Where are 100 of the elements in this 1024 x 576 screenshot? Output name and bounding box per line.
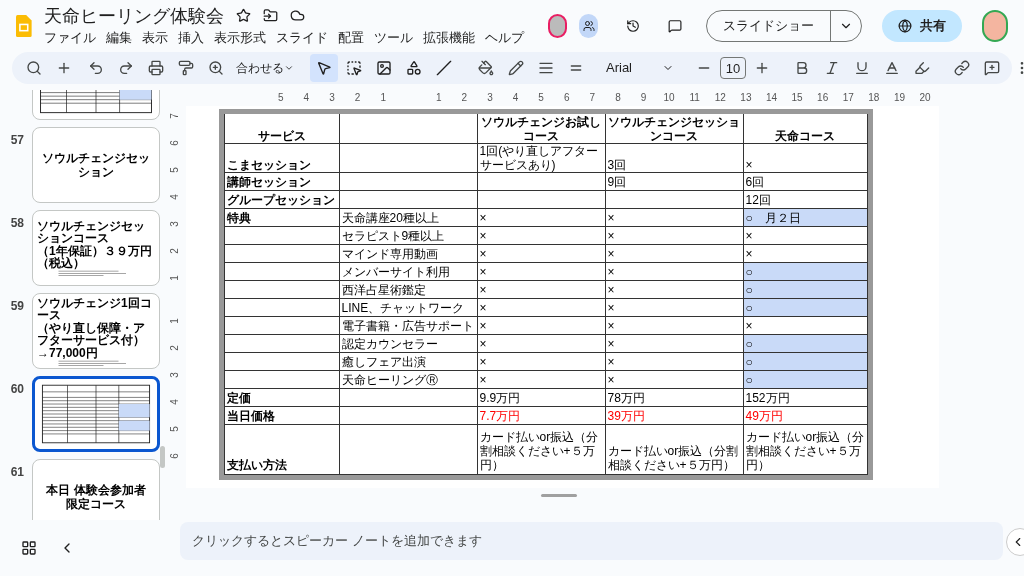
slide-number: 59 <box>10 299 24 313</box>
pointer-tool[interactable] <box>310 54 338 82</box>
text-color-icon[interactable] <box>884 60 900 76</box>
pointer-icon <box>316 60 332 76</box>
comment-icon[interactable] <box>668 17 683 35</box>
table-cell: 9回 <box>605 173 744 190</box>
slide-thumbnail[interactable]: 本日 体験会参加者 限定コース <box>32 459 160 520</box>
highlighter-icon[interactable] <box>914 60 930 76</box>
history-icon[interactable] <box>626 17 641 35</box>
table-cell: × <box>743 245 868 262</box>
table-cell: × <box>477 245 606 262</box>
slide-title: 本日 体験会参加者 <box>46 483 146 497</box>
slide-text: ソウルチェンジセッションコース <box>37 220 146 244</box>
table-cell: 152万円 <box>743 389 868 406</box>
italic-icon[interactable] <box>824 60 840 76</box>
collaborator-avatar[interactable] <box>547 14 568 38</box>
caret-icon <box>284 63 294 73</box>
table-cell: セラピスト9種以上 <box>339 227 478 244</box>
table-cell: LINE、チャットワーク <box>339 299 478 316</box>
search-icon[interactable] <box>26 60 42 76</box>
document-title[interactable]: 天命ヒーリング体験会 <box>43 4 224 27</box>
table-cell: 3回 <box>605 144 744 172</box>
table-cell: 講師セッション <box>223 173 340 190</box>
table-cell: × <box>477 299 606 316</box>
column-header: 天命コース <box>743 114 868 143</box>
table-cell: × <box>477 281 606 298</box>
menu-item[interactable]: 挿入 <box>177 27 204 48</box>
fill-color-icon[interactable] <box>478 60 494 76</box>
slide-title: ソウルチェンジセッション <box>41 151 151 179</box>
table-cell: × <box>743 317 868 334</box>
menu-item[interactable]: 配置 <box>337 27 364 48</box>
increase-icon[interactable] <box>754 60 770 76</box>
slide-text: →77,000円 <box>37 346 98 359</box>
table-cell: 認定カウンセラー <box>339 335 478 352</box>
print-icon[interactable] <box>148 60 164 76</box>
table-cell: × <box>477 209 606 226</box>
menu-item[interactable]: 表示形式 <box>213 27 266 48</box>
menu-item[interactable]: 編集 <box>105 27 132 48</box>
profile-avatar[interactable] <box>982 10 1008 42</box>
border-color-icon[interactable] <box>508 60 524 76</box>
table-cell: ○ <box>743 263 868 280</box>
table-cell: 7.7万円 <box>477 407 606 424</box>
table-cell: 定価 <box>223 389 340 406</box>
folder-icon[interactable] <box>262 8 278 24</box>
table-cell: ○ 月２日 <box>743 209 868 226</box>
table-cell: × <box>743 144 868 172</box>
paint-roller-icon[interactable] <box>178 60 194 76</box>
column-header: サービス <box>223 114 340 143</box>
table-cell: × <box>743 227 868 244</box>
font-size-field[interactable]: 10 <box>720 57 746 79</box>
slide-text: （1年保証）３９万円（税込） <box>37 245 153 269</box>
slide-number: 58 <box>10 216 24 230</box>
image-icon <box>376 60 392 76</box>
table-cell: × <box>477 263 606 280</box>
share-button[interactable]: 共有 <box>882 10 963 42</box>
slide-thumbnail[interactable] <box>32 376 160 452</box>
grid-view-icon[interactable] <box>21 540 37 556</box>
menu-item[interactable]: ツール <box>373 27 413 48</box>
menu-item[interactable]: ヘルプ <box>484 27 524 48</box>
slide-thumbnail[interactable]: ソウルチェンジセッションコース （1年保証）３９万円（税込） <box>32 210 160 286</box>
scrollbar[interactable] <box>160 446 165 468</box>
slide-title: 限定コース <box>66 497 126 511</box>
table-cell: 39万円 <box>605 407 744 424</box>
undo-icon[interactable] <box>88 60 104 76</box>
collaborator-avatar[interactable] <box>579 14 598 38</box>
redo-icon[interactable] <box>118 60 134 76</box>
menu-item[interactable]: ファイル <box>43 27 96 48</box>
table-cell: × <box>605 299 744 316</box>
slide-thumbnail[interactable]: ソウルチェンジセッション <box>32 127 160 203</box>
resize-handle[interactable] <box>540 494 577 497</box>
zoom-icon[interactable] <box>208 60 224 76</box>
slide-text: ソウルチェンジ1回コース <box>37 296 153 321</box>
slide-thumbnail[interactable]: ソウルチェンジ1回コース （やり直し保障・アフターサービス付） →77,000円 <box>32 293 160 369</box>
table-cell: 支払い方法 <box>223 425 340 474</box>
link-icon[interactable] <box>954 60 970 76</box>
underline-icon[interactable] <box>854 60 870 76</box>
table-cell: × <box>605 317 744 334</box>
menu-item[interactable]: スライド <box>275 27 328 48</box>
bold-icon[interactable] <box>794 60 810 76</box>
menu-item[interactable]: 表示 <box>141 27 168 48</box>
table-cell: 特典 <box>223 209 340 226</box>
border-weight-icon[interactable] <box>538 60 554 76</box>
slide-number: 60 <box>10 382 24 396</box>
table-cell: ○ <box>743 299 868 316</box>
speaker-notes-field[interactable]: クリックするとスピーカー ノートを追加できます <box>180 522 1003 560</box>
vertical-ruler: 7 6 5 4 3 2 1 1 2 3 4 5 6 <box>168 112 181 461</box>
slide-number: 61 <box>10 465 24 479</box>
zoom-dropdown[interactable]: 合わせる <box>232 59 298 77</box>
table-cell: 78万円 <box>605 389 744 406</box>
add-icon[interactable] <box>56 60 72 76</box>
table-cell: 9.9万円 <box>477 389 606 406</box>
shapes-icon <box>406 60 422 76</box>
table-cell: × <box>477 371 606 388</box>
table-cell: ○ <box>743 281 868 298</box>
table-cell: × <box>605 227 744 244</box>
menu-item[interactable]: 拡張機能 <box>422 27 475 48</box>
font-dropdown[interactable]: Arial <box>602 58 678 78</box>
add-comment-icon[interactable] <box>984 60 1000 76</box>
star-icon[interactable] <box>235 8 251 24</box>
cloud-icon[interactable] <box>289 8 305 24</box>
